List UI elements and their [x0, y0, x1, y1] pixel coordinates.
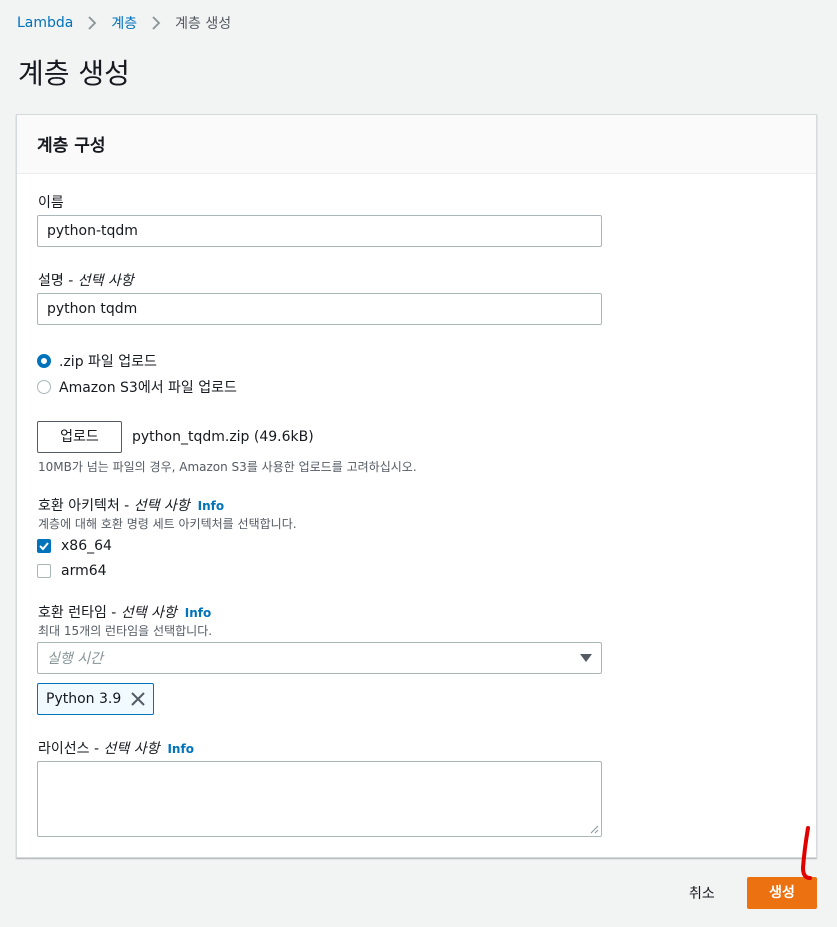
runtimes-label: 호환 런타임 - 선택 사항 Info	[38, 602, 211, 622]
radio-s3-upload[interactable]: Amazon S3에서 파일 업로드	[37, 377, 237, 397]
radio-zip-upload[interactable]: .zip 파일 업로드	[37, 351, 157, 371]
description-label-text: 설명 -	[38, 273, 78, 289]
license-optional: 선택 사항	[103, 741, 160, 757]
name-label: 이름	[38, 195, 64, 211]
close-icon[interactable]	[131, 692, 145, 706]
chevron-right-icon	[152, 16, 161, 30]
radio-zip-label: .zip 파일 업로드	[59, 354, 157, 370]
runtime-token: Python 3.9	[37, 683, 155, 715]
page-title: 계층 생성	[18, 57, 130, 90]
runtimes-info-link[interactable]: Info	[185, 606, 211, 620]
description-label: 설명 - 선택 사항	[38, 270, 134, 290]
resize-handle-icon[interactable]	[589, 824, 599, 834]
runtimes-hint: 최대 15개의 런타임을 선택합니다.	[38, 624, 213, 638]
panel-title: 계층 구성	[37, 136, 106, 156]
cancel-button[interactable]: 취소	[689, 883, 715, 903]
checkmark-icon	[39, 542, 49, 551]
checkbox-arm64-row[interactable]: arm64	[37, 563, 107, 579]
breadcrumb: Lambda 계층 계층 생성	[17, 13, 231, 33]
layer-config-panel: 계층 구성 이름 python-tqdm 설명 - 선택 사항 python t…	[16, 114, 817, 858]
annotation-mark-icon	[800, 826, 812, 880]
uploaded-file-name: python_tqdm.zip (49.6kB)	[132, 429, 314, 445]
chevron-right-icon	[88, 16, 97, 30]
architectures-optional: 선택 사항	[133, 498, 190, 514]
license-textarea[interactable]	[37, 761, 602, 837]
description-optional: 선택 사항	[77, 273, 134, 289]
architectures-label: 호환 아키텍처 - 선택 사항 Info	[38, 495, 224, 515]
panel-header: 계층 구성	[17, 115, 816, 174]
radio-s3-label: Amazon S3에서 파일 업로드	[59, 380, 237, 396]
checkbox-x86-64[interactable]	[37, 539, 51, 553]
breadcrumb-lambda[interactable]: Lambda	[17, 15, 73, 31]
radio-s3[interactable]	[37, 380, 51, 394]
license-label: 라이선스 - 선택 사항 Info	[38, 738, 194, 758]
breadcrumb-layers[interactable]: 계층	[111, 13, 137, 33]
license-label-text: 라이선스 -	[38, 741, 104, 757]
checkbox-arm64[interactable]	[37, 564, 51, 578]
radio-zip[interactable]	[37, 354, 51, 368]
checkbox-x86-64-label: x86_64	[61, 538, 112, 554]
runtimes-select[interactable]: 실행 시간	[37, 642, 602, 674]
name-input[interactable]: python-tqdm	[37, 215, 602, 247]
upload-hint: 10MB가 넘는 파일의 경우, Amazon S3를 사용한 업로드를 고려하…	[38, 460, 417, 474]
breadcrumb-current: 계층 생성	[175, 16, 232, 32]
architectures-info-link[interactable]: Info	[198, 499, 224, 513]
runtimes-label-text: 호환 런타임 -	[38, 605, 121, 621]
description-input[interactable]: python tqdm	[37, 293, 602, 325]
runtimes-optional: 선택 사항	[120, 605, 177, 621]
checkbox-x86-64-row[interactable]: x86_64	[37, 538, 112, 554]
runtimes-placeholder: 실행 시간	[47, 651, 103, 667]
architectures-hint: 계층에 대해 호환 명령 세트 아키텍처를 선택합니다.	[38, 517, 297, 531]
architectures-label-text: 호환 아키텍처 -	[38, 498, 134, 514]
upload-button[interactable]: 업로드	[37, 421, 122, 453]
caret-down-icon	[580, 654, 592, 662]
license-info-link[interactable]: Info	[167, 742, 193, 756]
runtime-token-label: Python 3.9	[46, 691, 122, 707]
checkbox-arm64-label: arm64	[61, 563, 107, 579]
